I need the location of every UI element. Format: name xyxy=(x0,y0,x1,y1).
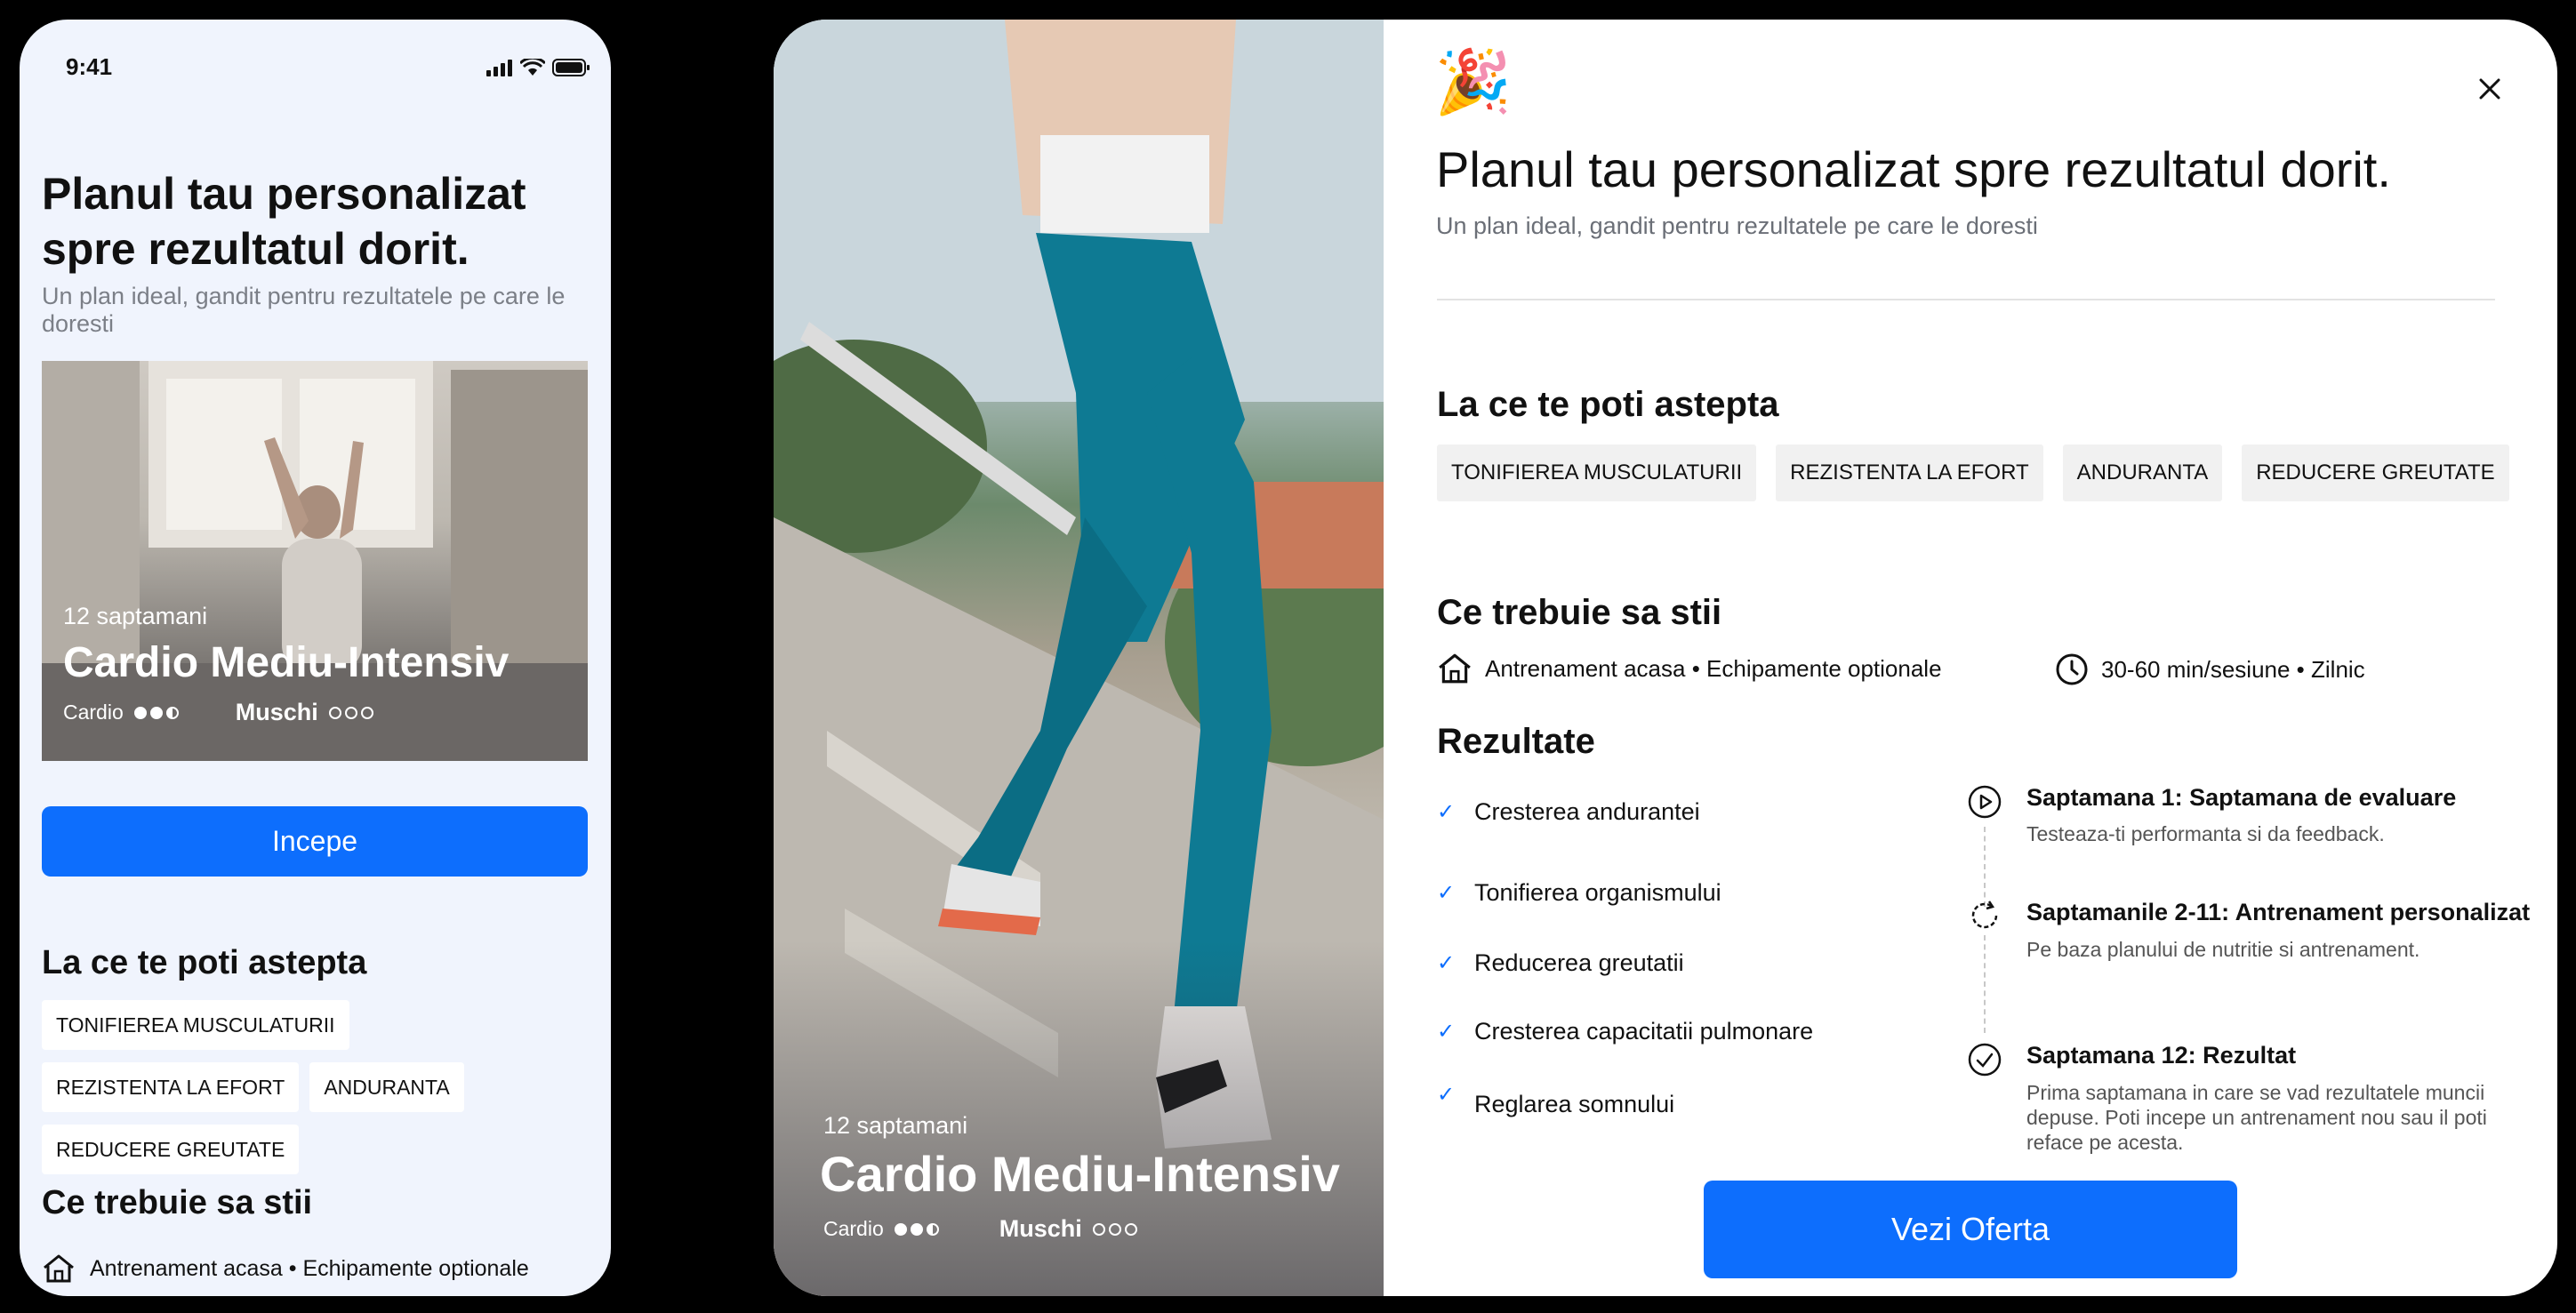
intensity-dot xyxy=(1092,1222,1105,1236)
timeline-connector xyxy=(1984,935,1986,1033)
check-icon: ✓ xyxy=(1437,800,1456,824)
check-icon: ✓ xyxy=(1437,1020,1456,1044)
intensity-dot xyxy=(894,1222,907,1236)
status-icons xyxy=(486,59,590,76)
intensity-dot xyxy=(344,706,357,719)
page-title: Planul tau personalizat spre rezultatul … xyxy=(1436,141,2391,197)
tag-anduranta: ANDURANTA xyxy=(309,1062,464,1112)
hero-image-panel: 12 saptamani Cardio Mediu-Intensiv Cardi… xyxy=(774,20,1384,1296)
refresh-icon xyxy=(1971,901,1998,929)
status-bar: 9:41 xyxy=(20,20,611,82)
check-circle-icon xyxy=(1968,1043,2002,1077)
page-title: Planul tau personalizat spre rezultatul … xyxy=(42,169,526,274)
result-item: ✓ Cresterea capacitatii pulmonare xyxy=(1437,1018,1813,1045)
muschi-intensity-dots xyxy=(328,706,373,719)
muschi-intensity-dots xyxy=(1092,1222,1137,1236)
battery-icon xyxy=(552,59,590,76)
result-text: Tonifierea organismului xyxy=(1474,879,1721,906)
muschi-label: Muschi xyxy=(235,699,318,725)
know-heading: Ce trebuie sa stii xyxy=(42,1184,313,1221)
plan-details-panel: 🎉 Planul tau personalizat spre rezultatu… xyxy=(1384,20,2557,1296)
tag-tonifiere: TONIFIEREA MUSCULATURII xyxy=(1437,444,1757,501)
intensity-dot xyxy=(1124,1222,1137,1236)
intensity-dot xyxy=(165,706,179,719)
hero-meta: Cardio Muschi xyxy=(823,1215,1137,1243)
location-info: Antrenament acasa • Echipamente optional… xyxy=(1437,652,1942,685)
result-item: ✓ Reglarea somnului xyxy=(1437,1083,1675,1118)
result-text: Cresterea andurantei xyxy=(1474,798,1700,825)
time-info: 30-60 min/sesiune • Zilnic xyxy=(2055,652,2365,686)
timeline-step-title: Saptamana 12: Rezultat xyxy=(2026,1042,2297,1069)
check-icon: ✓ xyxy=(1437,1083,1456,1107)
expect-tags: TONIFIEREA MUSCULATURII REZISTENTA LA EF… xyxy=(1437,444,2509,501)
result-item: ✓ Cresterea andurantei xyxy=(1437,798,1700,826)
expect-heading: La ce te poti astepta xyxy=(42,944,367,981)
expect-heading: La ce te poti astepta xyxy=(1437,385,1779,424)
check-icon: ✓ xyxy=(1437,881,1456,905)
wifi-icon xyxy=(520,59,545,76)
know-heading: Ce trebuie sa stii xyxy=(1437,593,1722,632)
results-heading: Rezultate xyxy=(1437,722,1595,761)
status-time: 9:41 xyxy=(66,53,113,80)
cardio-intensity-dots xyxy=(894,1222,939,1236)
timeline-step-desc: Pe baza planului de nutritie si antrenam… xyxy=(2026,938,2420,961)
tag-reducere-greutate: REDUCERE GREUTATE xyxy=(2242,444,2509,501)
tag-rezistenta: REZISTENTA LA EFORT xyxy=(42,1062,300,1112)
timeline-connector xyxy=(1984,827,1986,907)
timeline-step-desc: Testeaza-ti performanta si da feedback. xyxy=(2026,822,2385,845)
result-text: Reducerea greutatii xyxy=(1474,949,1684,976)
intensity-dot xyxy=(1108,1222,1121,1236)
program-meta: Cardio Muschi xyxy=(63,699,373,726)
result-item: ✓ Tonifierea organismului xyxy=(1437,879,1721,907)
cardio-intensity-dots xyxy=(133,706,179,719)
hero-program-name: Cardio Mediu-Intensiv xyxy=(820,1146,1340,1202)
location-info-text: Antrenament acasa • Echipamente optional… xyxy=(90,1255,529,1281)
hero-duration: 12 saptamani xyxy=(823,1112,968,1139)
timeline-step-desc: Prima saptamana in care se vad rezultate… xyxy=(2026,1081,2487,1154)
page-subtitle: Un plan ideal, gandit pentru rezultatele… xyxy=(1436,212,2038,239)
cardio-label: Cardio xyxy=(823,1217,884,1240)
location-info-text: Antrenament acasa • Echipamente optional… xyxy=(1485,654,1942,682)
play-circle-icon xyxy=(1968,785,2002,819)
intensity-dot xyxy=(328,706,341,719)
home-icon xyxy=(44,1254,74,1283)
signal-icon xyxy=(486,60,512,76)
check-icon: ✓ xyxy=(1437,951,1456,975)
intensity-dot xyxy=(910,1222,923,1236)
intensity-dot xyxy=(360,706,373,719)
program-name: Cardio Mediu-Intensiv xyxy=(63,639,510,686)
time-info-text: 30-60 min/sesiune • Zilnic xyxy=(2101,655,2365,683)
location-info: Antrenament acasa • Echipamente optional… xyxy=(42,1253,529,1284)
phone-screen: 9:41 Planul tau personalizat spre rezult… xyxy=(20,20,611,1296)
result-text: Cresterea capacitatii pulmonare xyxy=(1474,1018,1814,1045)
result-item: ✓ Reducerea greutatii xyxy=(1437,949,1684,977)
timeline-step-title: Saptamana 1: Saptamana de evaluare xyxy=(2026,784,2457,811)
home-icon xyxy=(1439,653,1471,684)
tablet-screen: 12 saptamani Cardio Mediu-Intensiv Cardi… xyxy=(774,20,2557,1296)
muschi-label: Muschi xyxy=(999,1215,1082,1242)
intensity-dot xyxy=(149,706,163,719)
timeline-step-title: Saptamanile 2-11: Antrenament personaliz… xyxy=(2026,899,2531,925)
program-duration: 12 saptamani xyxy=(63,603,208,629)
start-button[interactable]: Incepe xyxy=(42,806,588,877)
program-card[interactable]: 12 saptamani Cardio Mediu-Intensiv Cardi… xyxy=(42,361,588,761)
clock-icon xyxy=(2056,653,2088,685)
page-subtitle: Un plan ideal, gandit pentru rezultatele… xyxy=(42,283,566,337)
tag-tonifiere: TONIFIEREA MUSCULATURII xyxy=(42,1000,349,1050)
cardio-label: Cardio xyxy=(63,701,124,724)
tag-rezistenta: REZISTENTA LA EFORT xyxy=(1776,444,2043,501)
intensity-dot xyxy=(133,706,147,719)
divider xyxy=(1437,299,2495,300)
party-popper-icon: 🎉 xyxy=(1434,47,1513,116)
close-icon[interactable] xyxy=(2474,73,2506,105)
tag-reducere-greutate: REDUCERE GREUTATE xyxy=(42,1125,300,1174)
expect-tags: TONIFIEREA MUSCULATURII REZISTENTA LA EF… xyxy=(42,1000,593,1174)
result-text: Reglarea somnului xyxy=(1474,1091,1675,1117)
tag-anduranta: ANDURANTA xyxy=(2062,444,2223,501)
view-offer-button[interactable]: Vezi Oferta xyxy=(1704,1181,2237,1278)
intensity-dot xyxy=(926,1222,939,1236)
